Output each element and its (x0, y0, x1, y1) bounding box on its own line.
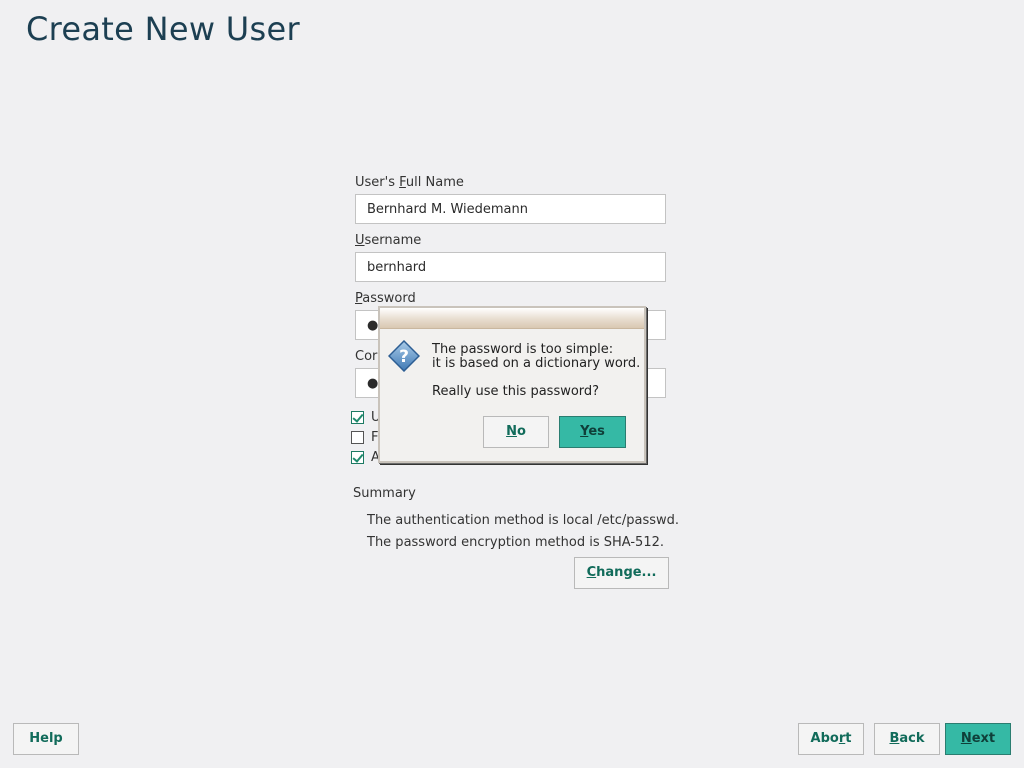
full-name-field[interactable]: Bernhard M. Wiedemann (355, 194, 666, 224)
checkbox-option-3[interactable] (351, 451, 364, 464)
abort-button[interactable]: Abort (798, 723, 864, 755)
page-title: Create New User (26, 10, 300, 48)
back-button[interactable]: Back (874, 723, 940, 755)
summary-auth-method: The authentication method is local /etc/… (367, 513, 680, 528)
password-warning-dialog: ? The password is too simple: it is base… (378, 306, 646, 463)
confirm-password-label: Cor (355, 349, 378, 364)
checkmark-icon (352, 411, 364, 423)
username-label: Username (355, 233, 422, 248)
svg-text:?: ? (399, 347, 409, 367)
dialog-message-line1: The password is too simple: (432, 342, 614, 357)
checkmark-icon (352, 451, 364, 463)
yes-button[interactable]: Yes (559, 416, 626, 448)
summary-encryption-method: The password encryption method is SHA-51… (367, 535, 664, 550)
checkbox-option-2[interactable] (351, 431, 364, 444)
full-name-label: User's Full Name (355, 175, 464, 190)
summary-title: Summary (353, 486, 416, 501)
no-button[interactable]: No (483, 416, 549, 448)
username-field[interactable]: bernhard (355, 252, 666, 282)
dialog-question: Really use this password? (432, 384, 600, 399)
change-button[interactable]: Change... (574, 557, 669, 589)
question-icon: ? (388, 340, 420, 372)
dialog-titlebar[interactable] (380, 308, 644, 329)
create-user-screen: Create New User User's Full Name Bernhar… (0, 0, 1024, 768)
checkbox-option-1[interactable] (351, 411, 364, 424)
help-button[interactable]: Help (13, 723, 79, 755)
password-label: Password (355, 291, 416, 306)
dialog-message-line2: it is based on a dictionary word. (432, 356, 641, 371)
next-button[interactable]: Next (945, 723, 1011, 755)
